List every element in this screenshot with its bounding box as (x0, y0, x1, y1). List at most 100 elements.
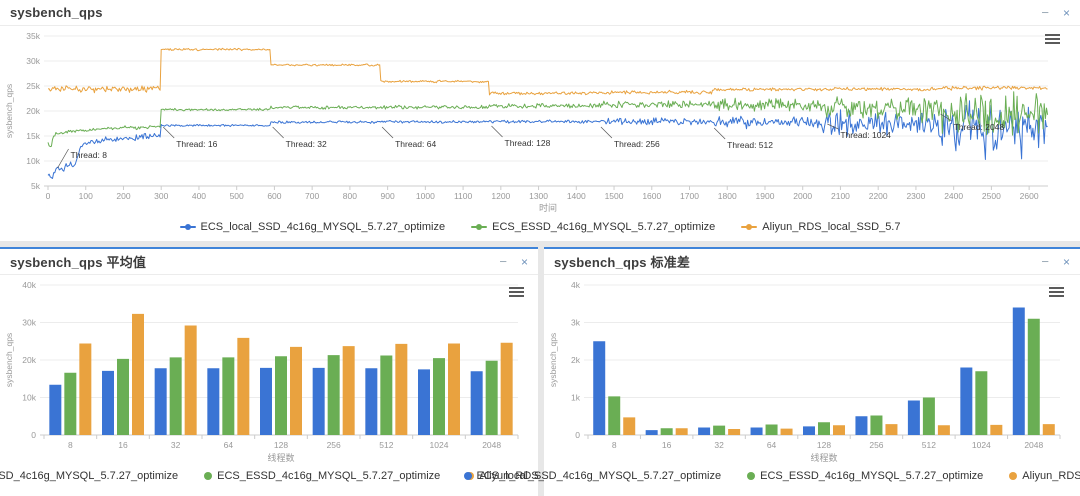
bar-blue[interactable] (960, 368, 972, 436)
bar-green[interactable] (608, 396, 620, 435)
bar-orange[interactable] (728, 429, 740, 435)
bar-green[interactable] (870, 416, 882, 436)
bar-blue[interactable] (207, 368, 219, 435)
x-tick-label: 16 (118, 440, 128, 450)
bar-green[interactable] (275, 356, 287, 435)
line-chart[interactable]: 5k10k15k20k25k30k35k01002003004005006007… (0, 26, 1080, 216)
x-tick-label: 512 (922, 440, 936, 450)
bar-orange[interactable] (1043, 424, 1055, 435)
x-tick-label: 0 (46, 191, 51, 201)
bar-green[interactable] (713, 426, 725, 435)
bar-green[interactable] (117, 359, 129, 435)
bar-orange[interactable] (501, 343, 513, 435)
bar-orange[interactable] (781, 429, 793, 435)
bar-blue[interactable] (908, 401, 920, 436)
bar-orange[interactable] (343, 346, 355, 435)
bar-blue[interactable] (418, 369, 430, 435)
bar-green[interactable] (818, 422, 830, 435)
bar-green[interactable] (1028, 319, 1040, 435)
legend-item-blue[interactable]: ECS_local_SSD_4c16g_MYSQL_5.7.27_optimiz… (464, 470, 722, 482)
bar-blue[interactable] (155, 368, 167, 435)
x-tick-label: 2048 (482, 440, 501, 450)
x-tick-label: 900 (381, 191, 395, 201)
bar-blue[interactable] (102, 371, 114, 435)
x-tick-label: 800 (343, 191, 357, 201)
bar-green[interactable] (170, 357, 182, 435)
bar-blue[interactable] (260, 368, 272, 435)
x-tick-label: 1400 (567, 191, 586, 201)
bar-green[interactable] (222, 357, 234, 435)
stddev-bar-chart[interactable]: 01k2k3k4k816326412825651210242048线程数sysb… (544, 275, 1080, 465)
bar-blue[interactable] (1013, 308, 1025, 436)
legend-item-orange[interactable]: Aliyun_RDS_local_SSD_5.7 (1009, 470, 1080, 482)
bar-blue[interactable] (803, 426, 815, 435)
bar-blue[interactable] (698, 428, 710, 436)
x-axis-name: 时间 (539, 202, 557, 213)
bar-orange[interactable] (990, 425, 1002, 435)
close-icon[interactable]: × (521, 256, 528, 268)
bar-blue[interactable] (855, 416, 867, 435)
bar-orange[interactable] (132, 314, 144, 435)
annotation-label: Thread: 1024 (840, 130, 891, 140)
x-tick-label: 1200 (491, 191, 510, 201)
bar-blue[interactable] (646, 430, 658, 435)
chart-menu-icon[interactable] (509, 287, 524, 299)
y-tick-label: 4k (571, 280, 581, 290)
chart-menu-icon[interactable] (1045, 34, 1060, 46)
bar-orange[interactable] (623, 417, 635, 435)
bar-orange[interactable] (885, 424, 897, 435)
bar-blue[interactable] (593, 341, 605, 435)
legend-item-green[interactable]: ECS_ESSD_4c16g_MYSQL_5.7.27_optimize (204, 470, 440, 482)
bar-blue[interactable] (471, 371, 483, 435)
bar-green[interactable] (923, 398, 935, 436)
bar-orange[interactable] (833, 425, 845, 435)
minimize-icon[interactable]: − (499, 255, 507, 268)
bar-green[interactable] (380, 356, 392, 436)
legend-item-blue[interactable]: ECS_local_SSD_4c16g_MYSQL_5.7.27_optimiz… (180, 221, 446, 233)
minimize-icon[interactable]: − (1041, 6, 1049, 19)
x-tick-label: 128 (274, 440, 288, 450)
bar-green[interactable] (433, 358, 445, 435)
legend-marker (204, 472, 212, 480)
annotation-pointer (492, 126, 503, 137)
x-tick-label: 1700 (680, 191, 699, 201)
average-bar-chart[interactable]: 010k20k30k40k816326412825651210242048线程数… (0, 275, 538, 465)
chart-menu-icon[interactable] (1049, 287, 1064, 299)
bar-green[interactable] (661, 428, 673, 435)
legend-item-blue[interactable]: ECS_local_SSD_4c16g_MYSQL_5.7.27_optimiz… (0, 470, 178, 482)
x-tick-label: 16 (662, 440, 672, 450)
x-tick-label: 2500 (982, 191, 1001, 201)
legend-item-orange[interactable]: Aliyun_RDS_local_SSD_5.7 (741, 221, 900, 233)
bar-orange[interactable] (79, 344, 91, 436)
bar-orange[interactable] (938, 425, 950, 435)
bar-blue[interactable] (751, 428, 763, 436)
close-icon[interactable]: × (1063, 7, 1070, 19)
close-icon[interactable]: × (1063, 256, 1070, 268)
bar-blue[interactable] (49, 385, 61, 435)
bar-green[interactable] (975, 371, 987, 435)
y-tick-label: 10k (22, 393, 36, 403)
bar-blue[interactable] (313, 368, 325, 435)
stddev-chart-legend: ECS_local_SSD_4c16g_MYSQL_5.7.27_optimiz… (544, 465, 1080, 487)
average-chart-legend: ECS_local_SSD_4c16g_MYSQL_5.7.27_optimiz… (0, 465, 538, 487)
bar-blue[interactable] (365, 368, 377, 435)
x-tick-label: 512 (379, 440, 393, 450)
bar-green[interactable] (64, 373, 76, 435)
x-tick-label: 1300 (529, 191, 548, 201)
series-line-orange[interactable] (48, 48, 1048, 95)
legend-item-green[interactable]: ECS_ESSD_4c16g_MYSQL_5.7.27_optimize (471, 221, 715, 233)
bar-orange[interactable] (395, 344, 407, 435)
x-tick-label: 32 (714, 440, 724, 450)
bar-green[interactable] (328, 355, 340, 435)
bar-orange[interactable] (676, 428, 688, 435)
bar-green[interactable] (486, 361, 498, 435)
bar-orange[interactable] (237, 338, 249, 435)
y-tick-label: 40k (22, 280, 36, 290)
legend-label: ECS_ESSD_4c16g_MYSQL_5.7.27_optimize (217, 470, 440, 482)
bar-green[interactable] (766, 425, 778, 436)
minimize-icon[interactable]: − (1041, 255, 1049, 268)
bar-orange[interactable] (448, 344, 460, 436)
bar-orange[interactable] (290, 347, 302, 435)
bar-orange[interactable] (185, 326, 197, 436)
legend-item-green[interactable]: ECS_ESSD_4c16g_MYSQL_5.7.27_optimize (747, 470, 983, 482)
